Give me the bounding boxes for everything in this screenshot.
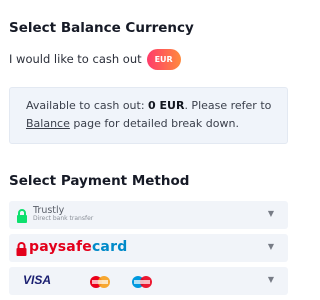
payment-option-paysafecard[interactable]: paysafecard ▼ <box>9 234 288 262</box>
cashout-label: I would like to cash out <box>9 52 142 66</box>
balance-link[interactable]: Balance <box>26 117 70 130</box>
payment-option-cards[interactable]: VISA ▼ <box>9 267 288 295</box>
balance-currency-heading: Select Balance Currency <box>9 20 194 36</box>
trustly-subtitle: Direct bank transfer <box>33 215 94 222</box>
lock-icon <box>16 208 28 227</box>
available-amount: 0 EUR <box>148 99 185 112</box>
currency-selector[interactable]: EUR <box>146 48 181 70</box>
chevron-down-icon: ▼ <box>267 275 274 284</box>
cashout-row: I would like to cash out EUR <box>9 48 181 70</box>
info-prefix: Available to cash out: <box>26 99 149 112</box>
chevron-down-icon: ▼ <box>267 242 274 251</box>
paysafe-text: paysafe <box>29 239 92 255</box>
mastercard-icon <box>89 274 111 293</box>
maestro-icon <box>131 274 153 293</box>
cashout-info-box: Available to cash out: 0 EUR. Please ref… <box>9 87 288 144</box>
card-text: card <box>91 239 128 255</box>
payment-option-trustly[interactable]: Trustly Direct bank transfer ▼ <box>9 201 288 229</box>
lock-icon <box>16 241 27 260</box>
visa-logo: VISA <box>23 273 52 287</box>
info-suffix: . Please refer to <box>184 99 272 112</box>
paysafecard-logo: paysafecard <box>29 239 127 255</box>
trustly-name: Trustly <box>33 205 65 216</box>
chevron-down-icon: ▼ <box>267 209 274 218</box>
payment-method-heading: Select Payment Method <box>9 173 190 189</box>
info-line2: page for detailed break down. <box>69 117 239 130</box>
